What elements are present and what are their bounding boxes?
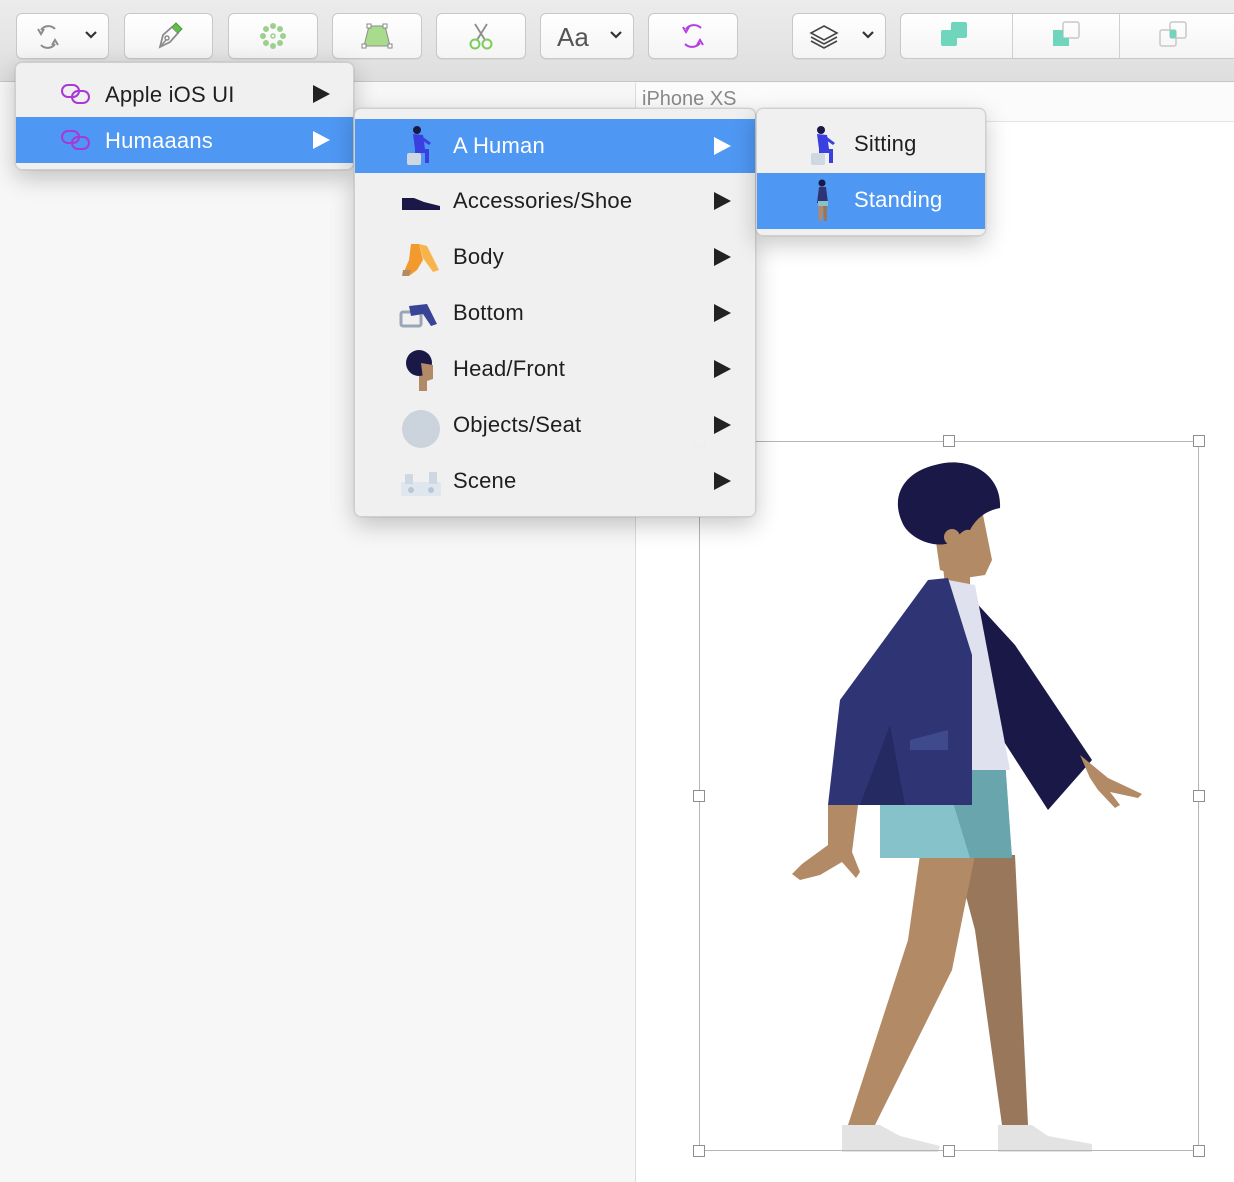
transform-button[interactable] — [332, 13, 422, 59]
union-icon — [938, 19, 972, 54]
resize-handle-bottom-left[interactable] — [693, 1145, 705, 1157]
boolean-ops-group — [900, 13, 1234, 59]
subtract-button[interactable] — [1013, 14, 1120, 58]
bottom-icon — [399, 300, 441, 335]
submenu-arrow-icon — [714, 304, 731, 322]
standing-human-icon — [813, 179, 833, 228]
submenu-arrow-icon — [714, 416, 731, 434]
scissors-button[interactable] — [436, 13, 526, 59]
sitting-human-icon — [403, 125, 437, 172]
menu-item-bottom[interactable]: Bottom — [355, 288, 755, 344]
symbol-swap-button[interactable] — [16, 13, 109, 59]
menu-item-label: Humaaans — [105, 128, 213, 153]
menu-item-humaaans[interactable]: Humaaans — [16, 117, 353, 163]
menu-item-scene[interactable]: Scene — [355, 456, 755, 512]
submenu-arrow-icon — [714, 472, 731, 490]
submenu-arrow-icon — [313, 131, 330, 149]
menu-item-label: Body — [453, 244, 504, 269]
menu-item-label: Bottom — [453, 300, 524, 325]
menu-item-label: Apple iOS UI — [105, 82, 235, 107]
humaaans-submenu: A Human Accessories/Shoe Body Bottom Hea… — [354, 108, 756, 517]
subtract-icon — [1050, 19, 1084, 54]
menu-item-label: Sitting — [854, 131, 917, 156]
resize-handle-left[interactable] — [693, 790, 705, 802]
menu-item-label: Scene — [453, 468, 517, 493]
sync-button[interactable] — [648, 13, 738, 59]
resize-handle-top[interactable] — [943, 435, 955, 447]
submenu-arrow-icon — [714, 360, 731, 378]
submenu-arrow-icon — [714, 137, 731, 155]
sitting-human-icon — [807, 125, 841, 172]
sync-icon — [678, 21, 708, 51]
intersect-icon — [1157, 19, 1191, 54]
menu-item-sitting[interactable]: Sitting — [757, 117, 985, 173]
body-icon — [399, 240, 441, 283]
submenu-arrow-icon — [714, 248, 731, 266]
pen-icon — [154, 21, 184, 51]
submenu-arrow-icon — [313, 85, 330, 103]
menu-item-apple-ios-ui[interactable]: Apple iOS UI — [16, 71, 353, 117]
menu-item-label: Head/Front — [453, 356, 566, 381]
seat-icon — [400, 408, 442, 455]
menu-item-a-human[interactable]: A Human — [355, 119, 755, 173]
menu-item-label: Objects/Seat — [453, 412, 582, 437]
resize-handle-right[interactable] — [1193, 790, 1205, 802]
menu-item-body[interactable]: Body — [355, 232, 755, 288]
refresh-icon — [33, 24, 63, 50]
selection-box — [699, 441, 1199, 1151]
link-icon — [60, 82, 92, 111]
shoe-icon — [400, 194, 442, 217]
menu-item-label: Standing — [854, 187, 943, 212]
menu-item-objects-seat[interactable]: Objects/Seat — [355, 400, 755, 456]
menu-item-head-front[interactable]: Head/Front — [355, 344, 755, 400]
resize-handle-bottom-right[interactable] — [1193, 1145, 1205, 1157]
intersect-button[interactable] — [1120, 14, 1227, 58]
menu-item-standing[interactable]: Standing — [757, 173, 985, 229]
link-icon — [60, 128, 92, 157]
rotate-copies-button[interactable] — [228, 13, 318, 59]
pen-tool-button[interactable] — [124, 13, 213, 59]
union-button[interactable] — [901, 14, 1008, 58]
rotate-copies-icon — [257, 20, 289, 52]
scissors-icon — [465, 20, 497, 52]
menu-item-label: Accessories/Shoe — [453, 188, 633, 213]
library-menu: Apple iOS UI Humaaans — [15, 62, 354, 170]
submenu-arrow-icon — [714, 192, 731, 210]
a-human-submenu: Sitting Standing — [756, 108, 986, 236]
menu-item-accessories-shoe[interactable]: Accessories/Shoe — [355, 176, 755, 232]
chevron-down-icon — [861, 28, 875, 42]
text-style-button[interactable]: Aa — [540, 13, 634, 59]
chevron-down-icon — [84, 28, 98, 42]
chevron-down-icon — [609, 28, 623, 42]
resize-handle-top-right[interactable] — [1193, 435, 1205, 447]
resize-handle-bottom[interactable] — [943, 1145, 955, 1157]
app-window: Aa iPhone XS Apple iOS UI Humaaans A Hum… — [0, 0, 1234, 1182]
layers-icon — [809, 23, 839, 51]
scene-icon — [399, 468, 443, 505]
menu-item-label: A Human — [453, 133, 545, 158]
text-style-label: Aa — [557, 22, 589, 52]
transform-icon — [359, 21, 395, 51]
layers-button[interactable] — [792, 13, 886, 59]
head-icon — [403, 349, 437, 398]
